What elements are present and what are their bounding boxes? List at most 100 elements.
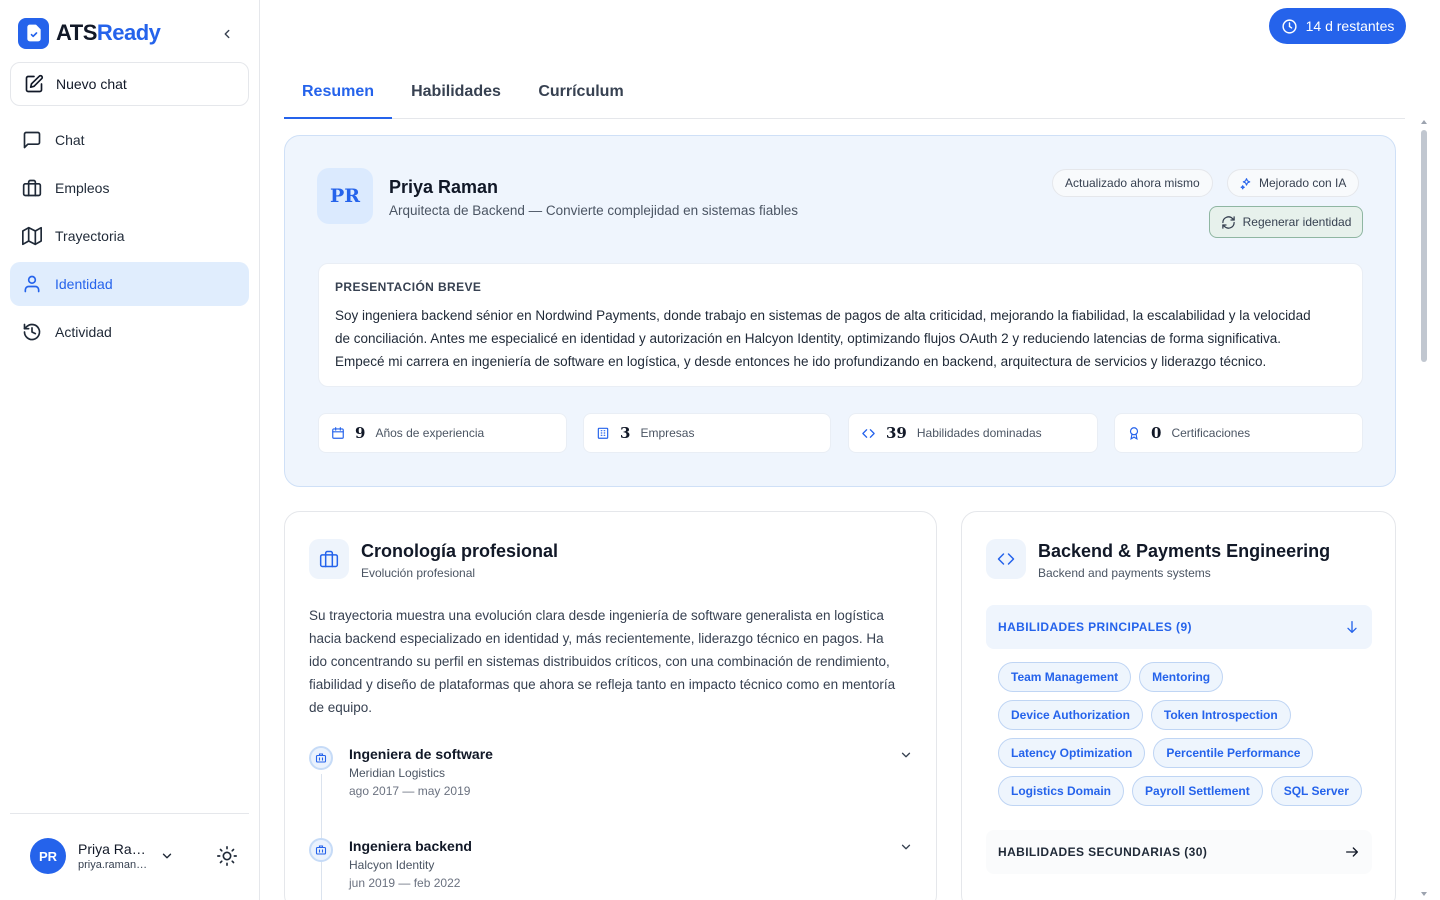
chevron-down-icon[interactable] xyxy=(899,748,913,762)
updated-badge: Actualizado ahora mismo xyxy=(1052,169,1213,197)
sidebar-divider xyxy=(10,813,249,814)
collapse-sidebar-button[interactable] xyxy=(216,24,238,44)
trial-days-button[interactable]: 14 d restantes xyxy=(1269,8,1406,44)
career-summary: Su trayectoria muestra una evolución cla… xyxy=(309,604,917,719)
bio-line: Soy ingeniera backend sénior en Nordwind… xyxy=(335,308,1311,323)
primary-skills-list: Team Management Mentoring Device Authori… xyxy=(998,662,1368,814)
sidebar-item-label: Actividad xyxy=(55,324,112,340)
timeline-dates: ago 2017 — may 2019 xyxy=(349,784,471,798)
sidebar: ATSReady Nuevo chat Chat Empleos Trayect… xyxy=(0,0,260,900)
brand-name-part2: Ready xyxy=(96,20,161,45)
chip-row: Device Authorization Token Introspection xyxy=(998,700,1368,730)
ai-enhanced-badge: Mejorado con IA xyxy=(1227,169,1360,197)
chip-row: Logistics Domain Payroll Settlement SQL … xyxy=(998,776,1368,806)
brand[interactable]: ATSReady xyxy=(18,17,161,49)
skill-chip[interactable]: Team Management xyxy=(998,662,1132,692)
timeline-company: Meridian Logistics xyxy=(349,766,446,780)
code-icon xyxy=(986,539,1026,579)
sidebar-item-chat[interactable]: Chat xyxy=(10,118,249,162)
stat-label: Certificaciones xyxy=(1171,426,1251,440)
career-summary-line: hacia backend especializado en identidad… xyxy=(309,631,884,646)
skill-chip[interactable]: Logistics Domain xyxy=(998,776,1125,806)
bio-line: Empecé mi carrera en ingeniería de softw… xyxy=(335,354,1267,369)
skill-chip[interactable]: Percentile Performance xyxy=(1153,738,1314,768)
scroll-up-arrow[interactable] xyxy=(1421,120,1427,124)
skill-chip[interactable]: SQL Server xyxy=(1270,776,1362,806)
career-summary-line: de equipo. xyxy=(309,700,373,715)
career-subtitle: Evolución profesional xyxy=(361,566,476,580)
sparkles-icon xyxy=(1240,177,1251,189)
career-summary-line: Su trayectoria muestra una evolución cla… xyxy=(309,608,884,623)
new-chat-label: Nuevo chat xyxy=(56,76,127,92)
primary-skills-toggle[interactable]: HABILIDADES PRINCIPALES (9) xyxy=(986,605,1372,649)
sun-icon xyxy=(217,846,237,866)
clock-icon xyxy=(1282,18,1297,34)
stat-years-experience: 9 Años de experiencia xyxy=(318,413,567,453)
sidebar-item-label: Empleos xyxy=(55,180,110,196)
sidebar-item-actividad[interactable]: Actividad xyxy=(10,310,249,354)
user-icon xyxy=(24,275,40,293)
stat-value: 0 xyxy=(1151,424,1162,442)
bio-line: de conciliación. Antes me especialicé en… xyxy=(335,331,1282,346)
chip-row: Team Management Mentoring xyxy=(998,662,1368,692)
building-icon xyxy=(309,838,333,862)
secondary-skills-toggle[interactable]: HABILIDADES SECUNDARIAS (30) xyxy=(986,830,1372,874)
new-chat-button[interactable]: Nuevo chat xyxy=(10,62,249,106)
skill-chip[interactable]: Payroll Settlement xyxy=(1132,776,1263,806)
sidebar-item-label: Trayectoria xyxy=(55,228,125,244)
skills-title: Backend & Payments Engineering xyxy=(1038,541,1331,561)
skill-chip[interactable]: Token Introspection xyxy=(1150,700,1291,730)
sidebar-item-trayectoria[interactable]: Trayectoria xyxy=(10,214,249,258)
chevron-down-icon[interactable] xyxy=(899,840,913,854)
tab-habilidades[interactable]: Habilidades xyxy=(400,66,512,118)
building-icon xyxy=(309,746,333,770)
bio-heading: PRESENTACIÓN BREVE xyxy=(335,280,482,294)
chevron-down-icon xyxy=(162,853,172,859)
building-icon xyxy=(597,427,609,439)
sidebar-nav: Chat Empleos Trayectoria Identidad Activ… xyxy=(10,118,249,358)
timeline-item[interactable]: Ingeniera backend Halcyon Identity jun 2… xyxy=(309,838,915,898)
arrow-down-icon xyxy=(1347,621,1357,633)
user-info: Priya Ram... priya.raman@... xyxy=(78,841,154,871)
skill-chip[interactable]: Device Authorization xyxy=(998,700,1143,730)
stat-label: Habilidades dominadas xyxy=(916,426,1042,440)
sidebar-item-label: Identidad xyxy=(55,276,113,292)
timeline-item[interactable]: Ingeniera de software Meridian Logistics… xyxy=(309,746,915,806)
career-summary-line: fiabilidad y diseño de plataformas que a… xyxy=(309,677,896,692)
tab-bar: Resumen Habilidades Currículum xyxy=(284,66,1405,119)
career-title: Cronología profesional xyxy=(361,541,559,561)
scroll-down-arrow[interactable] xyxy=(1421,892,1427,896)
short-bio: PRESENTACIÓN BREVE Soy ingeniera backend… xyxy=(318,263,1363,387)
code-icon xyxy=(862,428,875,438)
tab-resumen[interactable]: Resumen xyxy=(284,66,392,119)
sidebar-item-empleos[interactable]: Empleos xyxy=(10,166,249,210)
skill-chip[interactable]: Latency Optimization xyxy=(998,738,1146,768)
scrollbar[interactable] xyxy=(1418,118,1430,900)
calendar-icon xyxy=(332,427,344,439)
chevron-left-icon xyxy=(224,29,230,39)
primary-skills-label: HABILIDADES PRINCIPALES (9) xyxy=(998,620,1192,634)
regenerate-identity-button[interactable]: Regenerar identidad xyxy=(1209,206,1363,238)
sidebar-item-label: Chat xyxy=(55,132,85,148)
stat-value: 9 xyxy=(355,424,366,442)
tab-curriculum[interactable]: Currículum xyxy=(528,66,634,118)
timeline-company: Halcyon Identity xyxy=(349,858,435,872)
secondary-skills-label: HABILIDADES SECUNDARIAS (30) xyxy=(998,845,1208,859)
stat-companies: 3 Empresas xyxy=(583,413,831,453)
regenerate-identity-label: Regenerar identidad xyxy=(1242,215,1352,229)
skill-chip[interactable]: Mentoring xyxy=(1139,662,1224,692)
avatar: PR xyxy=(30,838,66,874)
briefcase-icon xyxy=(22,179,42,197)
profile-summary-card: PR Priya Raman Arquitecta de Backend — C… xyxy=(284,135,1396,487)
stat-value: 3 xyxy=(620,424,631,442)
theme-toggle-button[interactable] xyxy=(216,845,238,867)
scroll-thumb[interactable] xyxy=(1421,130,1427,362)
stat-certifications: 0 Certificaciones xyxy=(1114,413,1363,453)
ai-enhanced-label: Mejorado con IA xyxy=(1259,176,1347,190)
skills-card: Backend & Payments Engineering Backend a… xyxy=(961,511,1396,900)
user-name: Priya Ram... xyxy=(78,841,154,857)
stat-skills: 39 Habilidades dominadas xyxy=(848,413,1098,453)
timeline-role: Ingeniera backend xyxy=(349,838,472,854)
briefcase-icon xyxy=(309,539,349,579)
sidebar-item-identidad[interactable]: Identidad xyxy=(10,262,249,306)
